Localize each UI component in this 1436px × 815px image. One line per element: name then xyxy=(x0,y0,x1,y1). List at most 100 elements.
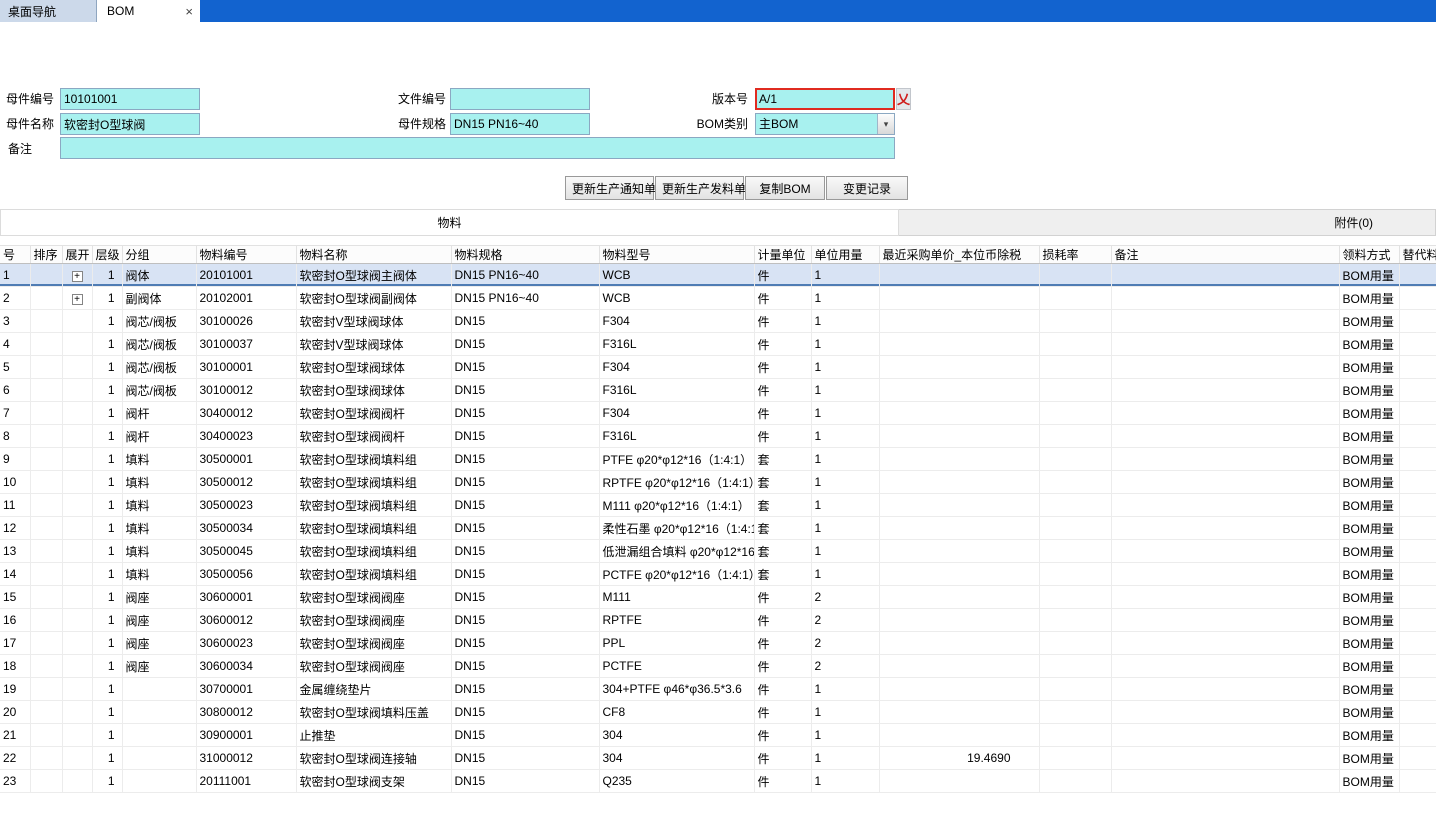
cell-sort xyxy=(30,609,62,632)
table-row[interactable]: 81阀杆30400023软密封O型球阀阀杆DN15F316L件1BOM用量 xyxy=(0,425,1436,448)
cell-spec: DN15 xyxy=(451,563,599,586)
cell-spec: DN15 xyxy=(451,678,599,701)
table-row[interactable]: 21130900001止推垫DN15304件1BOM用量 xyxy=(0,724,1436,747)
cell-level: 1 xyxy=(92,701,122,724)
cell-remark xyxy=(1111,632,1339,655)
tab-bom[interactable]: BOM × xyxy=(97,0,200,22)
table-row[interactable]: 2+1副阀体20102001软密封O型球阀副阀体DN15 PN16~40WCB件… xyxy=(0,287,1436,310)
tab-materials[interactable]: 物料 xyxy=(0,209,899,236)
table-row[interactable]: 131填料30500045软密封O型球阀填料组DN15低泄漏组合填料 φ20*φ… xyxy=(0,540,1436,563)
cell-unit: 套 xyxy=(754,448,811,471)
table-row[interactable]: 151阀座30600001软密封O型球阀阀座DN15M111件2BOM用量 xyxy=(0,586,1436,609)
table-row[interactable]: 19130700001金属缠绕垫片DN15304+PTFE φ46*φ36.5*… xyxy=(0,678,1436,701)
cell-name: 软密封V型球阀球体 xyxy=(296,333,451,356)
cell-group xyxy=(122,678,196,701)
cell-alt xyxy=(1399,678,1436,701)
col-header-spec[interactable]: 物料规格 xyxy=(451,246,599,264)
copy-bom-button[interactable]: 复制BOM xyxy=(745,176,825,200)
cell-pick: BOM用量 xyxy=(1339,379,1399,402)
cell-qty: 1 xyxy=(811,471,879,494)
col-header-price[interactable]: 最近采购单价_本位币除税 xyxy=(879,246,1039,264)
cell-spec: DN15 xyxy=(451,494,599,517)
tab-desktop-navigation[interactable]: 桌面导航 xyxy=(0,0,97,22)
cell-spec: DN15 xyxy=(451,310,599,333)
col-header-remark[interactable]: 备注 xyxy=(1111,246,1339,264)
cell-expand xyxy=(62,540,92,563)
cell-sort xyxy=(30,724,62,747)
col-header-unit[interactable]: 计量单位 xyxy=(754,246,811,264)
col-header-level[interactable]: 层级 xyxy=(92,246,122,264)
cell-sort xyxy=(30,632,62,655)
table-row[interactable]: 161阀座30600012软密封O型球阀阀座DN15RPTFE件2BOM用量 xyxy=(0,609,1436,632)
cell-price xyxy=(879,448,1039,471)
col-header-name[interactable]: 物料名称 xyxy=(296,246,451,264)
col-header-code[interactable]: 物料编号 xyxy=(196,246,296,264)
table-row[interactable]: 51阀芯/阀板30100001软密封O型球阀球体DN15F304件1BOM用量 xyxy=(0,356,1436,379)
parent-no-input[interactable] xyxy=(60,88,200,110)
cell-level: 1 xyxy=(92,333,122,356)
cell-group xyxy=(122,770,196,793)
col-header-qty[interactable]: 单位用量 xyxy=(811,246,879,264)
table-row[interactable]: 41阀芯/阀板30100037软密封V型球阀球体DN15F316L件1BOM用量 xyxy=(0,333,1436,356)
table-row[interactable]: 23120111001软密封O型球阀支架DN15Q235件1BOM用量 xyxy=(0,770,1436,793)
cell-price xyxy=(879,379,1039,402)
col-header-pick[interactable]: 领料方式 xyxy=(1339,246,1399,264)
table-row[interactable]: 1+1阀体20101001软密封O型球阀主阀体DN15 PN16~40WCB件1… xyxy=(0,264,1436,287)
tab-materials-label: 物料 xyxy=(437,214,461,231)
parent-name-input[interactable] xyxy=(60,113,200,135)
table-row[interactable]: 141填料30500056软密封O型球阀填料组DN15PCTFE φ20*φ12… xyxy=(0,563,1436,586)
table-row[interactable]: 20130800012软密封O型球阀填料压盖DN15CF8件1BOM用量 xyxy=(0,701,1436,724)
table-row[interactable]: 22131000012软密封O型球阀连接轴DN15304件119.4690BOM… xyxy=(0,747,1436,770)
cell-level: 1 xyxy=(92,655,122,678)
cell-loss xyxy=(1039,494,1111,517)
expand-plus-icon[interactable]: + xyxy=(72,271,83,282)
col-header-loss[interactable]: 损耗率 xyxy=(1039,246,1111,264)
cell-seq: 10 xyxy=(0,471,30,494)
remark-label: 备注 xyxy=(8,138,32,160)
cell-seq: 14 xyxy=(0,563,30,586)
table-row[interactable]: 61阀芯/阀板30100012软密封O型球阀球体DN15F316L件1BOM用量 xyxy=(0,379,1436,402)
table-row[interactable]: 171阀座30600023软密封O型球阀阀座DN15PPL件2BOM用量 xyxy=(0,632,1436,655)
cell-alt xyxy=(1399,724,1436,747)
cell-unit: 件 xyxy=(754,609,811,632)
table-row[interactable]: 91填料30500001软密封O型球阀填料组DN15PTFE φ20*φ12*1… xyxy=(0,448,1436,471)
cell-unit: 件 xyxy=(754,402,811,425)
change-log-button[interactable]: 变更记录 xyxy=(826,176,908,200)
table-row[interactable]: 121填料30500034软密封O型球阀填料组DN15柔性石墨 φ20*φ12*… xyxy=(0,517,1436,540)
cell-group: 填料 xyxy=(122,448,196,471)
col-header-sort[interactable]: 排序 xyxy=(30,246,62,264)
col-header-alt[interactable]: 替代料 xyxy=(1399,246,1436,264)
close-icon[interactable]: × xyxy=(185,5,193,18)
chevron-down-icon[interactable]: ▾ xyxy=(877,114,894,134)
table-row[interactable]: 181阀座30600034软密封O型球阀阀座DN15PCTFE件2BOM用量 xyxy=(0,655,1436,678)
doc-no-input[interactable] xyxy=(450,88,590,110)
update-production-notice-button[interactable]: 更新生产通知单 xyxy=(565,176,654,200)
remark-input[interactable] xyxy=(60,137,895,159)
bom-type-select[interactable]: 主BOM ▾ xyxy=(755,113,895,135)
table-row[interactable]: 101填料30500012软密封O型球阀填料组DN15RPTFE φ20*φ12… xyxy=(0,471,1436,494)
cell-model: 304+PTFE φ46*φ36.5*3.6 xyxy=(599,678,754,701)
col-header-expand[interactable]: 展开 xyxy=(62,246,92,264)
col-header-seq[interactable]: 号 xyxy=(0,246,30,264)
cell-unit: 件 xyxy=(754,425,811,448)
cell-name: 软密封O型球阀填料组 xyxy=(296,471,451,494)
cell-level: 1 xyxy=(92,356,122,379)
expand-plus-icon[interactable]: + xyxy=(72,294,83,305)
col-header-model[interactable]: 物料型号 xyxy=(599,246,754,264)
table-row[interactable]: 31阀芯/阀板30100026软密封V型球阀球体DN15F304件1BOM用量 xyxy=(0,310,1436,333)
cell-level: 1 xyxy=(92,494,122,517)
update-production-issue-button[interactable]: 更新生产发料单 xyxy=(655,176,744,200)
cell-seq: 4 xyxy=(0,333,30,356)
cell-price xyxy=(879,471,1039,494)
cell-price xyxy=(879,517,1039,540)
table-row[interactable]: 111填料30500023软密封O型球阀填料组DN15M111 φ20*φ12*… xyxy=(0,494,1436,517)
parent-spec-input[interactable] xyxy=(450,113,590,135)
col-header-group[interactable]: 分组 xyxy=(122,246,196,264)
cell-sort xyxy=(30,517,62,540)
cell-spec: DN15 xyxy=(451,724,599,747)
version-lookup-button[interactable]: 乂 xyxy=(896,88,911,110)
tab-attachments[interactable]: 附件(0) xyxy=(899,209,1436,236)
table-row[interactable]: 71阀杆30400012软密封O型球阀阀杆DN15F304件1BOM用量 xyxy=(0,402,1436,425)
cell-loss xyxy=(1039,425,1111,448)
version-input[interactable] xyxy=(755,88,895,110)
